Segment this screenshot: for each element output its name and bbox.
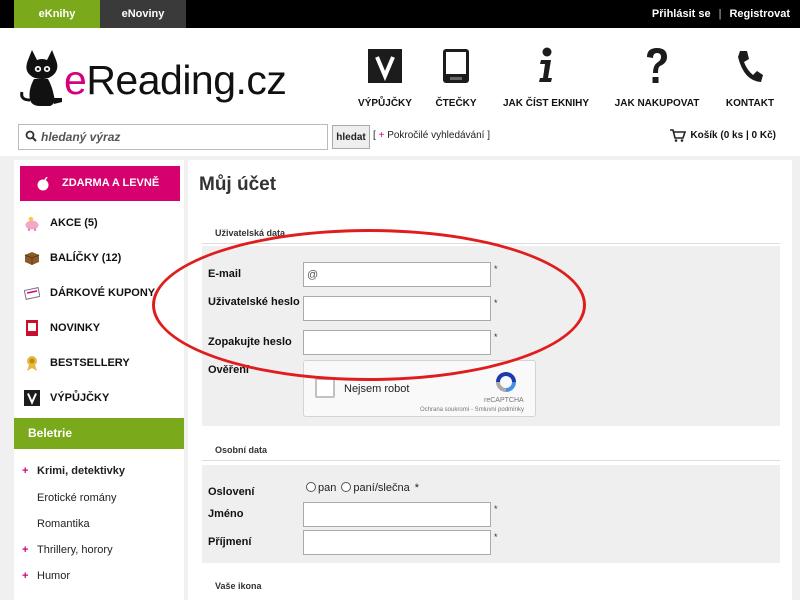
cart-link[interactable]: Košík (0 ks | 0 Kč) (670, 129, 776, 142)
nav-jak-cist[interactable]: JAK ČÍST EKNIHY (501, 46, 591, 109)
bomb-icon (37, 177, 49, 191)
category-header-beletrie[interactable]: Beletrie (14, 418, 184, 449)
recaptcha-widget: Nejsem robot reCAPTCHA Ochrana soukromí … (303, 360, 536, 417)
sidebar-item-balicky[interactable]: BALÍČKY (12) (24, 249, 184, 267)
search-box (18, 124, 328, 150)
nav-kontakt[interactable]: KONTAKT (705, 46, 795, 109)
required-mark: * (414, 482, 420, 494)
recaptcha-links[interactable]: Ochrana soukromí - Smluvní podmínky (420, 407, 524, 413)
first-name-label: Jméno (208, 508, 244, 520)
account-links: Přihlásit se | Registrovat (652, 0, 790, 28)
search-icon (25, 130, 37, 142)
category-humor[interactable]: + Humor (22, 570, 70, 582)
section-title-your-icon: Vaše ikona (215, 581, 262, 591)
nav-label: KONTAKT (725, 98, 775, 109)
category-thrillery[interactable]: + Thrillery, horory (22, 544, 113, 556)
required-mark: * (494, 332, 498, 342)
radio-pan[interactable] (306, 482, 316, 492)
required-mark: * (494, 504, 498, 514)
sidebar-item-darkove-kupony[interactable]: DÁRKOVÉ KUPONY (24, 284, 184, 302)
section-title-user-data: Uživatelská data (215, 228, 286, 238)
nav-ctecky[interactable]: ČTEČKY (411, 46, 501, 109)
link-separator: | (718, 8, 722, 20)
password-field[interactable] (303, 296, 491, 321)
first-name-field[interactable] (303, 502, 491, 527)
required-mark: * (494, 532, 498, 542)
cat-logo-icon (20, 50, 62, 106)
section-title-personal-data: Osobní data (215, 445, 268, 455)
email-label: E-mail (208, 268, 242, 280)
phone-icon (738, 51, 763, 82)
register-link[interactable]: Registrovat (729, 8, 790, 20)
sidebar-item-novinky[interactable]: NOVINKY (24, 319, 184, 337)
password-repeat-label: Zopakujte heslo (208, 336, 292, 348)
category-krimi[interactable]: + Krimi, detektivky (22, 465, 125, 477)
email-field[interactable] (303, 262, 491, 287)
required-mark: * (494, 298, 498, 308)
recaptcha-checkbox[interactable] (315, 378, 335, 398)
expand-plus-icon: + (22, 570, 29, 582)
sidebar-item-bestsellery[interactable]: BESTSELLERY (24, 354, 184, 372)
nav-label: JAK ČÍST EKNIHY (502, 98, 590, 109)
gift-voucher-icon (24, 287, 40, 300)
recaptcha-brand: reCAPTCHA (484, 397, 524, 404)
radio-pani-slecna[interactable] (341, 482, 352, 492)
expand-plus-icon: + (22, 544, 29, 556)
radio-pani-label: paní/slečna (353, 482, 410, 494)
search-button[interactable]: hledat (332, 125, 370, 149)
sidebar: ZDARMA A LEVNĚ AKCE (5) BALÍČKY (12) DÁR… (14, 160, 184, 600)
required-mark: * (494, 264, 498, 274)
new-badge-icon (26, 320, 38, 336)
last-name-field[interactable] (303, 530, 491, 555)
tab-eknihy[interactable]: eKnihy (14, 0, 100, 28)
expand-plus-icon: + (22, 465, 29, 477)
nav-label: ČTEČKY (435, 98, 477, 109)
verification-label: Ověření (208, 364, 249, 376)
logo-text: eReading.cz (64, 57, 287, 103)
promo-free-cheap[interactable]: ZDARMA A LEVNĚ (20, 166, 180, 201)
ereader-icon (443, 49, 469, 83)
sidebar-item-vypujcky[interactable]: VÝPŮJČKY (24, 389, 184, 407)
cart-label: Košík (0 ks | 0 Kč) (690, 130, 776, 142)
sidebar-item-akce[interactable]: AKCE (5) (24, 214, 184, 232)
section-divider (202, 243, 780, 244)
category-romantika[interactable]: Romantika (37, 518, 90, 530)
site-header: eReading.cz VÝPŮJČKY ČTEČKY JAK ČÍST EKN… (0, 28, 800, 156)
award-icon (27, 356, 37, 371)
tab-enoviny[interactable]: eNoviny (100, 0, 186, 28)
cart-icon (670, 129, 687, 142)
account-form-area: Můj účet Uživatelská data E-mail * Uživa… (188, 160, 792, 600)
salutation-label: Oslovení (208, 486, 255, 498)
recaptcha-logo-icon (496, 372, 516, 392)
nav-label: VÝPŮJČKY (358, 98, 412, 109)
nav-label: JAK NAKUPOVAT (614, 98, 700, 109)
v-badge-icon (368, 49, 402, 83)
piggy-bank-icon (25, 216, 39, 231)
info-icon (539, 47, 552, 82)
v-badge-icon (24, 390, 40, 406)
section-divider (202, 460, 780, 461)
radio-pan-label: pan (318, 482, 337, 494)
password-repeat-field[interactable] (303, 330, 491, 355)
recaptcha-label: Nejsem robot (344, 383, 410, 395)
password-label: Uživatelské heslo (208, 296, 300, 308)
search-input[interactable] (41, 128, 321, 146)
last-name-label: Příjmení (208, 536, 252, 548)
top-bar: eKnihy eNoviny Přihlásit se | Registrovat (0, 0, 800, 28)
login-link[interactable]: Přihlásit se (652, 8, 711, 20)
page-title: Můj účet (199, 174, 277, 195)
salutation-options: pan paní/slečna * (306, 482, 419, 494)
nav-jak-nakupovat[interactable]: JAK NAKUPOVAT (612, 46, 702, 109)
package-icon (24, 252, 40, 265)
advanced-search-link[interactable]: [ + Pokročilé vyhledávání ] (373, 130, 490, 141)
category-eroticke[interactable]: Erotické romány (37, 492, 116, 504)
question-icon (647, 48, 667, 83)
